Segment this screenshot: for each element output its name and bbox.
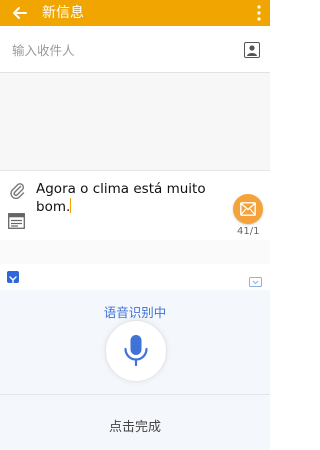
message-text: Agora o clima está muito bom. bbox=[36, 181, 206, 215]
send-mms-icon bbox=[240, 202, 256, 216]
voice-input-panel: 语音识别中 点击完成 bbox=[0, 290, 270, 450]
recipient-row: 输入收件人 bbox=[0, 26, 270, 73]
page-title: 新信息 bbox=[42, 5, 84, 21]
text-cursor bbox=[70, 198, 72, 213]
more-vert-icon[interactable] bbox=[254, 3, 264, 23]
conversation-area bbox=[0, 73, 270, 170]
microphone-icon bbox=[124, 335, 148, 367]
contact-icon[interactable] bbox=[244, 42, 260, 58]
template-icon[interactable] bbox=[8, 213, 25, 229]
voice-status: 语音识别中 bbox=[103, 305, 167, 320]
back-arrow-icon[interactable] bbox=[10, 3, 30, 23]
ime-logo-icon[interactable] bbox=[7, 271, 19, 285]
app-bar: 新信息 bbox=[0, 0, 270, 26]
send-button[interactable] bbox=[233, 194, 263, 224]
done-button[interactable]: 点击完成 bbox=[0, 416, 270, 435]
divider bbox=[0, 394, 270, 395]
composer: Agora o clima está muito bom. bbox=[0, 170, 270, 241]
message-field[interactable]: Agora o clima está muito bom. bbox=[36, 180, 226, 216]
keyboard-collapse-icon[interactable] bbox=[249, 272, 262, 287]
spacer bbox=[0, 240, 270, 264]
recipient-input[interactable]: 输入收件人 bbox=[12, 40, 75, 59]
ime-toolbar bbox=[0, 264, 270, 291]
microphone-button[interactable] bbox=[105, 320, 167, 382]
char-counter: 41/1 bbox=[237, 226, 260, 237]
paperclip-icon[interactable] bbox=[8, 181, 26, 200]
